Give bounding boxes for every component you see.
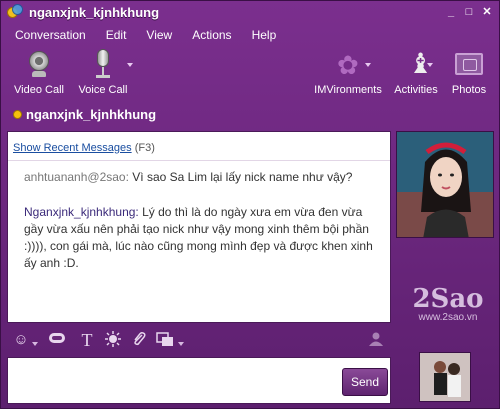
title-bar: nganxjnk_kjnhkhung _ □ ✕ xyxy=(1,1,499,23)
toolbar: Video Call Voice Call ✿ IMVironments ♝ A… xyxy=(1,49,499,101)
video-call-button[interactable]: Video Call xyxy=(9,49,69,96)
contact-name[interactable]: nganxjnk_kjnhkhung xyxy=(26,107,156,122)
menu-actions[interactable]: Actions xyxy=(182,26,241,44)
activities-label: Activities xyxy=(394,84,438,96)
add-contact-icon[interactable] xyxy=(365,331,385,349)
voice-call-button[interactable]: Voice Call xyxy=(73,49,133,96)
my-photo xyxy=(420,353,470,401)
menu-bar: Conversation Edit View Actions Help xyxy=(1,26,286,44)
voice-call-label: Voice Call xyxy=(78,84,128,96)
contact-display-image[interactable] xyxy=(396,131,494,238)
imvironments-label: IMVironments xyxy=(314,84,382,96)
imvironments-dropdown-icon[interactable] xyxy=(365,63,371,67)
watermark-logo: 2Sao xyxy=(412,284,484,314)
photos-button[interactable]: Photos xyxy=(439,49,499,96)
message-text: Vì sao Sa Lim lại lấy nick name như vậy? xyxy=(132,170,353,184)
video-call-label: Video Call xyxy=(14,84,64,96)
message-sender: Nganxjnk_kjnhkhung: xyxy=(24,205,139,219)
share-icon[interactable] xyxy=(155,331,175,349)
text-format-icon[interactable]: T xyxy=(77,331,97,349)
buzz-icon[interactable] xyxy=(103,331,123,349)
photos-icon xyxy=(452,49,486,81)
window-controls: _ □ ✕ xyxy=(443,5,495,19)
message-input-box: Send xyxy=(7,357,391,404)
online-status-icon xyxy=(13,110,22,119)
voice-call-dropdown-icon[interactable] xyxy=(127,63,133,67)
microphone-icon xyxy=(86,49,120,81)
message: Nganxjnk_kjnhkhung: Lý do thì là do ngày… xyxy=(24,204,374,272)
format-toolbar: ☺ T xyxy=(7,328,391,352)
emoticon-icon[interactable]: ☺ xyxy=(11,331,31,349)
menu-edit[interactable]: Edit xyxy=(96,26,137,44)
my-display-image[interactable] xyxy=(419,352,471,402)
recent-messages: Show Recent Messages (F3) xyxy=(13,142,155,154)
watermark: 2Sao www.2sao.vn xyxy=(403,286,493,323)
messenger-window: nganxjnk_kjnhkhung _ □ ✕ Conversation Ed… xyxy=(0,0,500,409)
menu-help[interactable]: Help xyxy=(242,26,287,44)
attach-file-icon[interactable] xyxy=(129,331,149,349)
show-recent-messages-link[interactable]: Show Recent Messages xyxy=(13,142,132,154)
contact-header: nganxjnk_kjnhkhung xyxy=(13,107,156,122)
imvironment-flower-icon: ✿ xyxy=(337,50,359,80)
message: anhtuananh@2sao: Vì sao Sa Lim lại lấy n… xyxy=(24,169,374,186)
webcam-icon xyxy=(22,49,56,81)
messenger-logo-icon xyxy=(7,4,23,20)
imvironments-button[interactable]: ✿ IMVironments xyxy=(313,49,383,96)
contact-photo xyxy=(397,132,493,237)
activities-button[interactable]: ♝ Activities xyxy=(386,49,446,97)
share-dropdown-icon[interactable] xyxy=(178,342,184,346)
photos-label: Photos xyxy=(451,84,487,96)
menu-view[interactable]: View xyxy=(136,26,182,44)
emoticon-dropdown-icon[interactable] xyxy=(32,342,38,346)
activities-dropdown-icon[interactable] xyxy=(427,63,433,67)
window-title: nganxjnk_kjnhkhung xyxy=(29,4,160,20)
message-sender: anhtuananh@2sao: xyxy=(24,170,129,184)
audible-icon[interactable] xyxy=(47,331,67,349)
conversation-pane[interactable]: Show Recent Messages (F3) anhtuananh@2sa… xyxy=(7,131,391,323)
message-input[interactable] xyxy=(8,358,390,403)
shortcut-hint: (F3) xyxy=(134,142,155,154)
maximize-button[interactable]: □ xyxy=(461,5,477,19)
divider xyxy=(8,160,390,161)
close-button[interactable]: ✕ xyxy=(479,5,495,19)
minimize-button[interactable]: _ xyxy=(443,5,459,19)
menu-conversation[interactable]: Conversation xyxy=(1,26,96,44)
send-button[interactable]: Send xyxy=(342,368,388,396)
